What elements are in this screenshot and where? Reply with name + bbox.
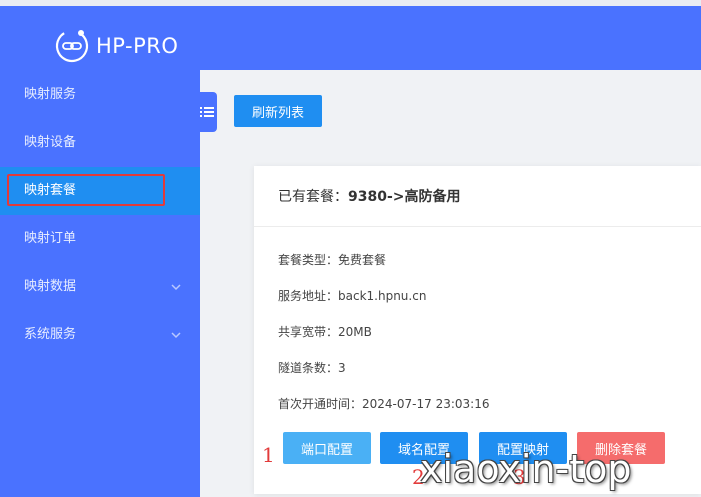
- sidebar-item-mapping-data[interactable]: 映射数据: [0, 263, 200, 311]
- package-title: 已有套餐：9380->高防备用: [278, 186, 461, 206]
- sidebar-item-label: 映射设备: [24, 135, 77, 150]
- row-value: 免费套餐: [338, 253, 387, 267]
- sidebar-nav: 映射服务 映射设备 映射套餐 映射订单 映射数据 系统服务: [0, 71, 200, 359]
- chevron-down-icon: [171, 332, 181, 339]
- row-label: 服务地址：: [278, 289, 339, 303]
- first-open-time-row: 首次开通时间：2024-07-17 23:03:16: [278, 395, 489, 412]
- card-divider: [254, 226, 701, 227]
- sidebar-item-label: 映射套餐: [24, 183, 77, 198]
- package-title-value: 9380->高防备用: [348, 189, 461, 205]
- sidebar-item-mapping-service[interactable]: 映射服务: [0, 71, 200, 119]
- row-label: 首次开通时间：: [278, 397, 363, 411]
- header-bar: [200, 6, 701, 70]
- package-type-row: 套餐类型：免费套餐: [278, 251, 386, 268]
- sidebar-item-system-service[interactable]: 系统服务: [0, 311, 200, 359]
- service-address-row: 服务地址：back1.hpnu.cn: [278, 287, 426, 304]
- collapse-sidebar-button[interactable]: [197, 92, 217, 132]
- link-logo-icon: [55, 29, 89, 63]
- shared-bandwidth-row: 共享宽带：20MB: [278, 323, 372, 340]
- chevron-down-icon: [171, 284, 181, 291]
- sidebar-item-mapping-device[interactable]: 映射设备: [0, 119, 200, 167]
- watermark: xiaoxin-top: [420, 447, 632, 491]
- annotation-one: 1: [262, 443, 275, 467]
- row-value: back1.hpnu.cn: [338, 289, 427, 303]
- sidebar-item-label: 映射数据: [24, 279, 77, 294]
- package-title-prefix: 已有套餐：: [278, 189, 348, 205]
- sidebar: HP-PRO 映射服务 映射设备 映射套餐 映射订单 映射数据 系统服务: [0, 6, 200, 497]
- row-label: 共享宽带：: [278, 325, 339, 339]
- sidebar-item-mapping-package[interactable]: 映射套餐: [0, 167, 200, 215]
- sidebar-item-label: 映射订单: [24, 231, 77, 246]
- refresh-list-button[interactable]: 刷新列表: [234, 95, 322, 127]
- sidebar-item-label: 系统服务: [24, 327, 77, 342]
- row-label: 套餐类型：: [278, 253, 339, 267]
- row-value: 3: [338, 361, 346, 375]
- tunnel-count-row: 隧道条数：3: [278, 359, 346, 376]
- logo-text: HP-PRO: [96, 34, 179, 58]
- row-value: 20MB: [338, 325, 372, 339]
- row-label: 隧道条数：: [278, 361, 339, 375]
- logo[interactable]: HP-PRO: [52, 26, 178, 66]
- sidebar-item-mapping-order[interactable]: 映射订单: [0, 215, 200, 263]
- port-config-button[interactable]: 端口配置: [283, 432, 371, 464]
- sidebar-item-label: 映射服务: [24, 87, 77, 102]
- menu-fold-icon: [200, 107, 214, 117]
- row-value: 2024-07-17 23:03:16: [362, 397, 490, 411]
